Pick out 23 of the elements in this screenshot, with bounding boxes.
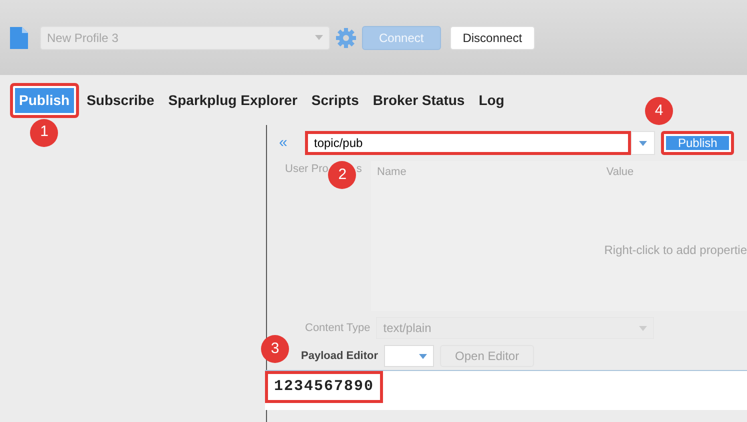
column-header: Value <box>606 165 634 180</box>
tab[interactable]: Log <box>472 86 510 114</box>
tab[interactable]: Sparkplug Explorer <box>162 86 304 114</box>
payload-editor-label: Payload Editor <box>301 348 378 364</box>
user-properties-label: s <box>356 162 362 177</box>
payload-text[interactable]: 1234567890 <box>265 371 384 403</box>
content-type-label: Content Type <box>305 320 370 336</box>
settings-icon[interactable] <box>336 28 356 48</box>
step-number: 4 <box>645 97 673 125</box>
step-number: 3 <box>261 335 289 363</box>
tab[interactable]: Scripts <box>305 86 365 114</box>
tab[interactable]: Subscribe <box>80 86 160 114</box>
document-icon <box>10 26 28 48</box>
step-number: 2 <box>328 161 356 189</box>
tab[interactable]: Broker Status <box>366 86 471 114</box>
step-number: 1 <box>30 118 58 146</box>
column-header: Name <box>377 165 406 180</box>
disconnect-button[interactable]: Disconnect <box>450 26 536 50</box>
dropdown-button[interactable] <box>631 131 655 155</box>
user-properties-label: User Pro <box>285 162 328 177</box>
editor-dropdown[interactable] <box>384 345 434 367</box>
empty-hint: Right-click to add propertie <box>604 242 747 259</box>
topic-field[interactable]: topic/pub <box>305 131 631 155</box>
